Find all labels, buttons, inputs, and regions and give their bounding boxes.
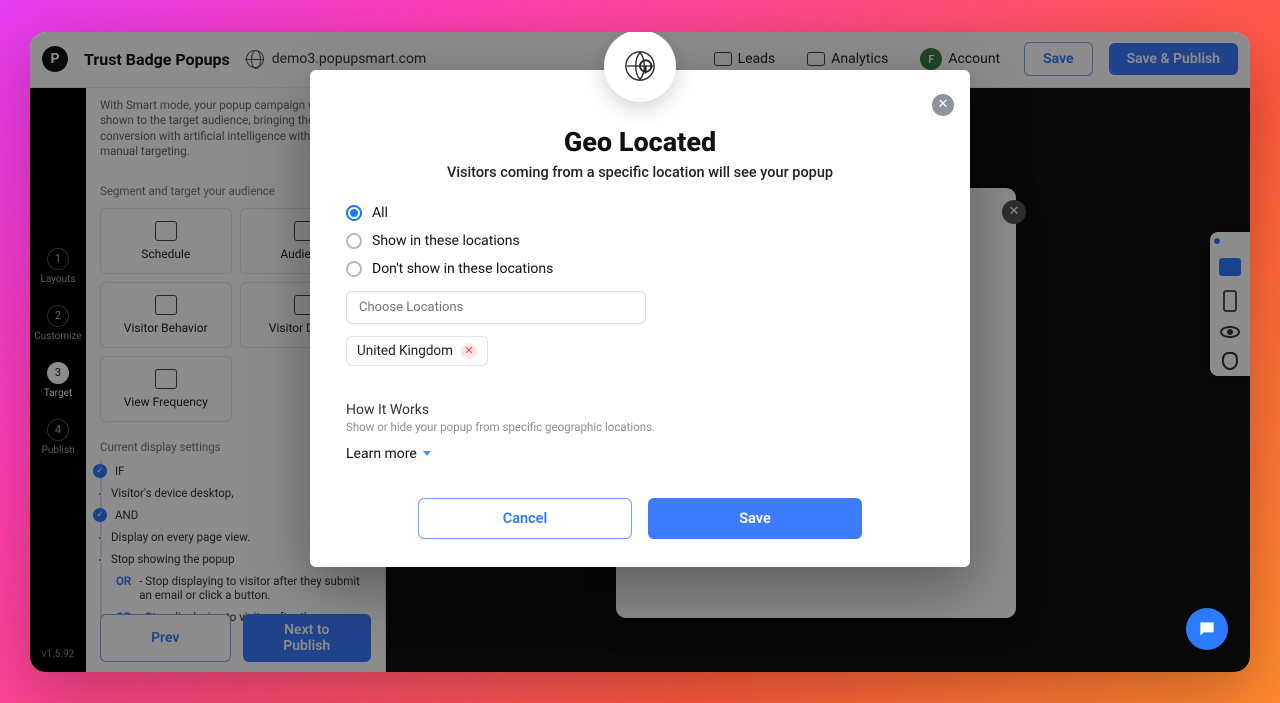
app-window: P Trust Badge Popups demo3.popupsmart.co… — [30, 32, 1250, 672]
modal-title: Geo Located — [310, 126, 970, 158]
modal-subtitle: Visitors coming from a specific location… — [310, 164, 970, 181]
intercom-launcher[interactable] — [1186, 608, 1228, 650]
chip-remove-icon[interactable]: ✕ — [461, 343, 477, 359]
how-it-works-desc: Show or hide your popup from specific ge… — [346, 420, 970, 434]
modal-close-button[interactable]: ✕ — [932, 94, 954, 116]
learn-more-label: Learn more — [346, 446, 417, 462]
geo-located-modal: ✕ Geo Located Visitors coming from a spe… — [310, 70, 970, 567]
locations-input[interactable] — [346, 291, 646, 324]
radio-icon — [346, 205, 362, 221]
option-label: Don't show in these locations — [372, 261, 553, 277]
how-it-works-title: How It Works — [346, 402, 970, 418]
radio-icon — [346, 261, 362, 277]
chat-icon — [1197, 619, 1217, 639]
radio-icon — [346, 233, 362, 249]
option-show-in-locations[interactable]: Show in these locations — [346, 233, 520, 249]
chip-united-kingdom: United Kingdom ✕ — [346, 336, 488, 366]
modal-cancel-button[interactable]: Cancel — [418, 498, 632, 539]
option-label: Show in these locations — [372, 233, 520, 249]
location-chips: United Kingdom ✕ — [346, 336, 970, 366]
modal-save-button[interactable]: Save — [648, 498, 862, 539]
learn-more-toggle[interactable]: Learn more — [346, 446, 970, 462]
how-it-works: How It Works Show or hide your popup fro… — [346, 402, 970, 434]
option-hide-in-locations[interactable]: Don't show in these locations — [346, 261, 553, 277]
geo-options: All Show in these locations Don't show i… — [346, 205, 970, 277]
chip-label: United Kingdom — [357, 343, 453, 359]
modal-header-icon — [604, 32, 676, 102]
option-all[interactable]: All — [346, 205, 388, 221]
geo-pin-icon — [623, 49, 657, 83]
chevron-down-icon — [423, 451, 431, 456]
option-label: All — [372, 205, 388, 221]
